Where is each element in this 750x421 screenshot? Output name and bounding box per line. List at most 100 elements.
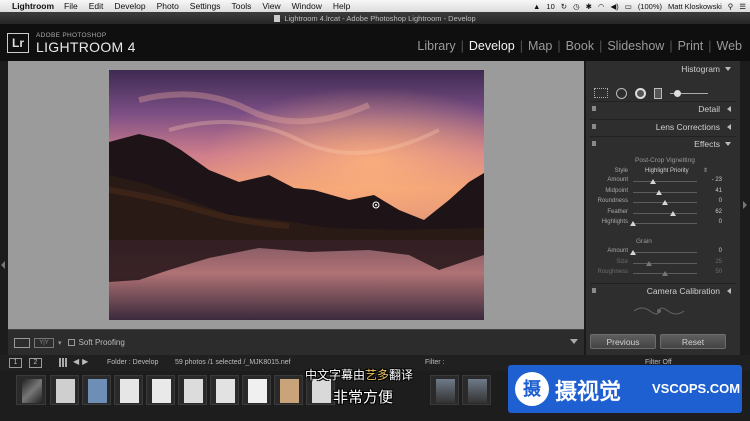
panel-lens-corrections[interactable]: Lens Corrections xyxy=(590,119,736,133)
slider-thumb[interactable] xyxy=(662,271,668,276)
soft-proofing-checkbox[interactable] xyxy=(67,339,75,346)
filmstrip-thumbnail[interactable] xyxy=(430,375,459,405)
bluetooth-icon[interactable]: ✱ xyxy=(586,2,592,11)
expand-left-icon[interactable] xyxy=(1,261,5,269)
monitor-2-button[interactable]: 2 xyxy=(29,358,42,368)
vignette-slider-row[interactable]: Midpoint 41 xyxy=(590,187,722,197)
filmstrip-source[interactable]: Folder : Develop xyxy=(107,359,158,366)
panel-switch-icon[interactable] xyxy=(592,106,596,111)
slider-value[interactable]: 62 xyxy=(702,209,722,215)
image-canvas[interactable] xyxy=(8,61,584,329)
slider-track[interactable] xyxy=(633,179,697,184)
style-value[interactable]: Highlight Priority xyxy=(645,168,689,174)
slider-thumb[interactable] xyxy=(656,189,663,195)
grid-view-icon[interactable] xyxy=(59,358,68,367)
right-panel-edge[interactable] xyxy=(740,61,750,355)
panel-detail[interactable]: Detail xyxy=(590,101,736,115)
slider-value[interactable]: - 23 xyxy=(702,177,722,183)
expand-detail-icon[interactable] xyxy=(727,106,731,112)
menu-file[interactable]: File xyxy=(64,1,78,11)
wifi-icon[interactable]: ◠ xyxy=(598,2,605,11)
photo-preview[interactable] xyxy=(109,70,484,320)
slider-track[interactable] xyxy=(633,200,697,205)
panel-effects[interactable]: Effects xyxy=(590,136,736,150)
slider-value[interactable]: 0 xyxy=(702,198,722,204)
filmstrip-thumbnail[interactable] xyxy=(114,375,143,405)
module-web[interactable]: Web xyxy=(717,39,742,53)
module-library[interactable]: Library xyxy=(417,39,455,53)
red-eye-icon[interactable] xyxy=(635,87,646,99)
graduated-filter-icon[interactable] xyxy=(654,87,662,99)
collapse-histogram-icon[interactable] xyxy=(725,67,731,71)
filmstrip-thumbnail[interactable] xyxy=(50,375,79,405)
module-slideshow[interactable]: Slideshow xyxy=(607,39,664,53)
before-after-button[interactable]: Y|Y xyxy=(34,337,54,348)
filmstrip-thumbnail[interactable] xyxy=(210,375,239,405)
module-map[interactable]: Map xyxy=(528,39,552,53)
toolbar-menu-icon[interactable] xyxy=(570,339,578,344)
battery-icon[interactable]: ▭ xyxy=(625,2,632,11)
vignette-slider-row[interactable]: Roundness 0 xyxy=(590,197,722,207)
slider-value[interactable]: 25 xyxy=(702,259,722,265)
slider-thumb[interactable] xyxy=(630,250,636,255)
panel-histogram[interactable]: Histogram xyxy=(590,62,736,76)
menu-app-name[interactable]: Lightroom xyxy=(12,1,54,11)
module-print[interactable]: Print xyxy=(678,39,704,53)
menu-settings[interactable]: Settings xyxy=(190,1,221,11)
filmstrip-thumbnail[interactable] xyxy=(178,375,207,405)
reset-button[interactable]: Reset xyxy=(660,334,726,349)
vignette-slider-row[interactable]: Amount - 23 xyxy=(590,176,722,186)
slider-track[interactable] xyxy=(633,260,697,266)
module-book[interactable]: Book xyxy=(566,39,595,53)
filmstrip-thumbnail[interactable] xyxy=(146,375,175,405)
slider-track[interactable] xyxy=(633,189,697,195)
menu-view[interactable]: View xyxy=(262,1,280,11)
sync-icon[interactable]: ↻ xyxy=(561,2,567,11)
module-develop[interactable]: Develop xyxy=(469,39,515,53)
slider-track[interactable] xyxy=(633,210,697,216)
panel-effects-title[interactable]: Effects xyxy=(694,139,720,149)
soft-proofing-label[interactable]: Soft Proofing xyxy=(79,338,125,347)
collapse-effects-icon[interactable] xyxy=(725,142,731,146)
slider-thumb[interactable] xyxy=(646,260,652,266)
menu-photo[interactable]: Photo xyxy=(157,1,179,11)
slider-value[interactable]: 50 xyxy=(702,269,722,275)
filmstrip-thumbnail[interactable] xyxy=(16,375,46,405)
spotlight-icon[interactable]: ⚲ xyxy=(728,2,734,11)
panel-histogram-title[interactable]: Histogram xyxy=(681,64,720,74)
monitor-1-button[interactable]: 1 xyxy=(9,358,22,368)
slider-thumb[interactable] xyxy=(649,179,656,184)
filmstrip-thumbnail[interactable] xyxy=(82,375,111,405)
style-dropdown-icon[interactable]: ⇕ xyxy=(703,167,708,174)
collapse-right-icon[interactable] xyxy=(743,201,747,209)
spot-removal-icon[interactable] xyxy=(616,87,627,99)
volume-icon[interactable]: ◀) xyxy=(610,2,618,11)
slider-value[interactable]: 0 xyxy=(702,248,722,254)
slider-value[interactable]: 41 xyxy=(702,188,722,194)
panel-lens-title[interactable]: Lens Corrections xyxy=(656,122,720,132)
filmstrip-thumbnail[interactable] xyxy=(242,375,271,405)
menu-help[interactable]: Help xyxy=(333,1,350,11)
adjustment-brush-icon[interactable] xyxy=(670,89,708,97)
slider-thumb[interactable] xyxy=(662,200,668,205)
crop-tool-icon[interactable] xyxy=(594,88,608,98)
menu-develop[interactable]: Develop xyxy=(114,1,145,11)
panel-detail-title[interactable]: Detail xyxy=(698,104,720,114)
panel-switch-icon[interactable] xyxy=(592,288,596,293)
menu-window[interactable]: Window xyxy=(292,1,322,11)
adobe-icon[interactable]: ▲ xyxy=(533,2,540,11)
expand-lens-icon[interactable] xyxy=(727,124,731,130)
filmstrip-thumbnail[interactable] xyxy=(274,375,303,405)
vignette-slider-row[interactable]: Feather 62 xyxy=(590,208,722,218)
filmstrip-thumbnail[interactable] xyxy=(462,375,491,405)
menu-tools[interactable]: Tools xyxy=(232,1,252,11)
slider-track[interactable] xyxy=(633,271,697,276)
list-icon[interactable]: ☰ xyxy=(739,2,746,11)
nav-arrows-icon[interactable]: ◀▶ xyxy=(73,357,91,366)
loupe-view-button[interactable] xyxy=(14,337,30,348)
panel-switch-icon[interactable] xyxy=(592,124,596,129)
expand-camera-icon[interactable] xyxy=(727,288,731,294)
grain-slider-row[interactable]: Roughness 50 xyxy=(590,268,722,278)
menu-edit[interactable]: Edit xyxy=(89,1,104,11)
previous-button[interactable]: Previous xyxy=(590,334,656,349)
